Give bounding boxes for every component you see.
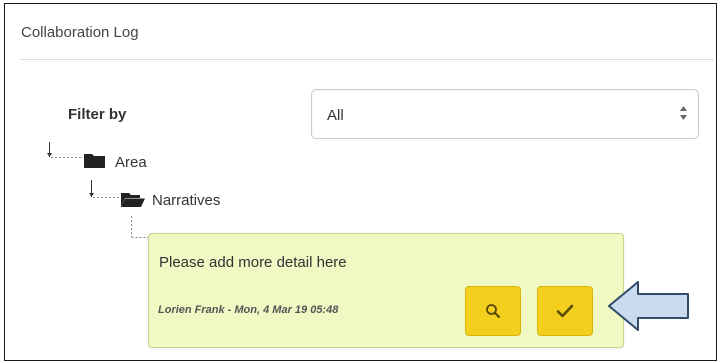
tree-connector-area: [47, 142, 81, 158]
folder-open-icon: [121, 193, 145, 207]
filter-selected-value: All: [327, 107, 344, 124]
tree-node-area[interactable]: Area: [115, 154, 147, 171]
filter-select[interactable]: All: [311, 89, 699, 139]
panel-title: Collaboration Log: [21, 24, 139, 41]
select-updown-icon: [680, 106, 687, 120]
comment-text: Please add more detail here: [159, 254, 347, 271]
arrow-left-icon: [608, 281, 689, 331]
folder-icon: [84, 154, 105, 168]
comment-author-timestamp: Lorien Frank - Mon, 4 Mar 19 05:48: [158, 304, 339, 316]
comment-card: Please add more detail here Lorien Frank…: [148, 233, 624, 348]
filter-label: Filter by: [68, 106, 127, 123]
title-divider: [21, 59, 714, 60]
view-comment-button[interactable]: [465, 286, 521, 336]
check-icon: [556, 304, 574, 318]
tree-node-narratives[interactable]: Narratives: [152, 192, 220, 209]
resolve-comment-button[interactable]: [537, 286, 593, 336]
search-icon: [486, 304, 500, 318]
